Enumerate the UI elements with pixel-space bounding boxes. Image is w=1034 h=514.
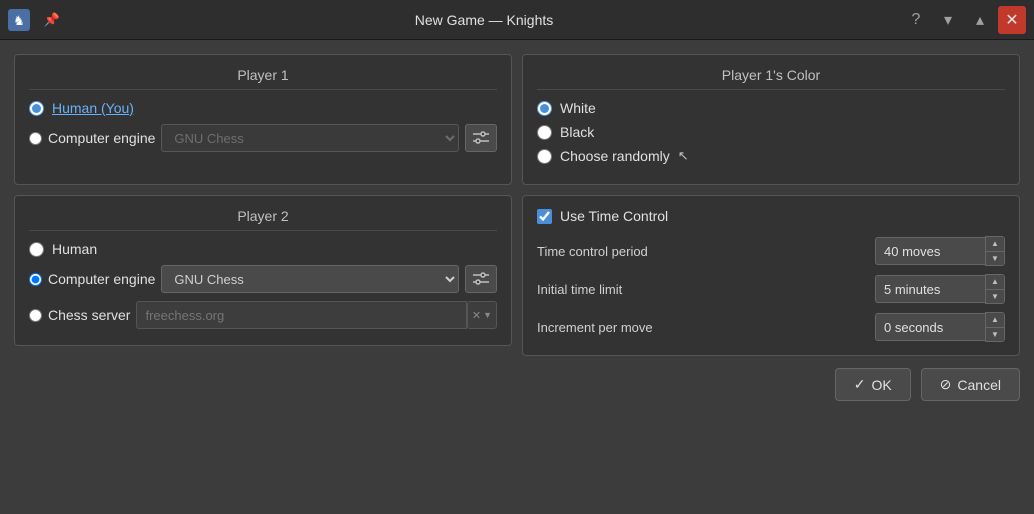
ok-button[interactable]: ✓ OK	[835, 368, 911, 401]
app-icon: ♞	[8, 9, 30, 31]
player2-human-row: Human	[29, 241, 497, 257]
color-black-radio[interactable]	[537, 125, 552, 140]
player2-settings-button[interactable]	[465, 265, 497, 293]
dropdown-icon: ▼	[483, 310, 492, 320]
player2-engine-select[interactable]: GNU Chess	[161, 265, 459, 293]
color-title: Player 1's Color	[537, 67, 1005, 90]
increment-down-button[interactable]: ▼	[986, 327, 1004, 341]
initial-spinner: ▲ ▼	[875, 274, 1005, 304]
color-white-row: White	[537, 100, 1005, 116]
color-random-radio[interactable]	[537, 149, 552, 164]
clear-icon: ✕	[472, 309, 481, 322]
help-button[interactable]: ?	[902, 6, 930, 34]
cancel-label: Cancel	[957, 377, 1001, 393]
use-time-control-row: Use Time Control	[537, 208, 1005, 224]
server-input[interactable]	[136, 301, 466, 329]
increment-label: Increment per move	[537, 320, 865, 335]
player1-human-label[interactable]: Human (You)	[52, 100, 134, 116]
player1-settings-button[interactable]	[465, 124, 497, 152]
ok-label: OK	[871, 377, 891, 393]
initial-arrows: ▲ ▼	[985, 274, 1005, 304]
player1-human-row: Human (You)	[29, 100, 497, 116]
player2-server-label[interactable]: Chess server	[48, 307, 130, 323]
player2-title: Player 2	[29, 208, 497, 231]
increment-arrows: ▲ ▼	[985, 312, 1005, 342]
bottom-row: ✓ OK ⊘ Cancel	[14, 366, 1020, 401]
restore-button[interactable]: ▴	[966, 6, 994, 34]
increment-spinner: ▲ ▼	[875, 312, 1005, 342]
player1-engine-select[interactable]: GNU Chess	[161, 124, 459, 152]
dialog-content: Player 1 Human (You) Computer engine GNU…	[0, 40, 1034, 415]
player1-engine-radio[interactable]	[29, 132, 42, 145]
period-spinner: ▲ ▼	[875, 236, 1005, 266]
player1-panel: Player 1 Human (You) Computer engine GNU…	[14, 54, 512, 185]
player2-human-label[interactable]: Human	[52, 241, 97, 257]
color-random-row: Choose randomly ↖	[537, 148, 1005, 164]
time-grid: Time control period ▲ ▼ Initial time lim…	[537, 236, 1005, 342]
increment-up-button[interactable]: ▲	[986, 313, 1004, 327]
player2-engine-radio[interactable]	[29, 273, 42, 286]
color-random-label[interactable]: Choose randomly	[560, 148, 670, 164]
color-black-label[interactable]: Black	[560, 124, 594, 140]
player2-human-radio[interactable]	[29, 242, 44, 257]
cancel-button[interactable]: ⊘ Cancel	[921, 368, 1020, 401]
cursor-icon: ↖	[678, 148, 689, 164]
player1-engine-label[interactable]: Computer engine	[48, 130, 155, 146]
period-input[interactable]	[875, 237, 985, 265]
period-label: Time control period	[537, 244, 865, 259]
initial-down-button[interactable]: ▼	[986, 289, 1004, 303]
color-panel: Player 1's Color White Black Choose rand…	[522, 54, 1020, 185]
cancel-icon: ⊘	[940, 376, 952, 393]
period-up-button[interactable]: ▲	[986, 237, 1004, 251]
ok-icon: ✓	[854, 376, 866, 393]
color-white-label[interactable]: White	[560, 100, 596, 116]
player1-engine-row: Computer engine GNU Chess	[29, 124, 497, 152]
svg-text:♞: ♞	[13, 13, 25, 28]
pin-button[interactable]: 📌	[38, 6, 66, 34]
player2-server-row: Chess server ✕ ▼	[29, 301, 497, 329]
increment-input[interactable]	[875, 313, 985, 341]
use-time-control-label[interactable]: Use Time Control	[560, 208, 668, 224]
window-title: New Game — Knights	[66, 12, 902, 28]
period-arrows: ▲ ▼	[985, 236, 1005, 266]
server-input-wrap: ✕ ▼	[136, 301, 497, 329]
initial-up-button[interactable]: ▲	[986, 275, 1004, 289]
player2-engine-row: Computer engine GNU Chess	[29, 265, 497, 293]
close-button[interactable]: ✕	[998, 6, 1026, 34]
period-down-button[interactable]: ▼	[986, 251, 1004, 265]
color-black-row: Black	[537, 124, 1005, 140]
player1-title: Player 1	[29, 67, 497, 90]
time-control-panel: Use Time Control Time control period ▲ ▼…	[522, 195, 1020, 356]
player2-engine-label[interactable]: Computer engine	[48, 271, 155, 287]
window-controls: ? ▾ ▴ ✕	[902, 6, 1026, 34]
player2-panel: Player 2 Human Computer engine GNU Chess	[14, 195, 512, 346]
player2-server-radio[interactable]	[29, 309, 42, 322]
titlebar: ♞ 📌 New Game — Knights ? ▾ ▴ ✕	[0, 0, 1034, 40]
initial-label: Initial time limit	[537, 282, 865, 297]
use-time-control-checkbox[interactable]	[537, 209, 552, 224]
color-white-radio[interactable]	[537, 101, 552, 116]
player1-human-radio[interactable]	[29, 101, 44, 116]
minimize-button[interactable]: ▾	[934, 6, 962, 34]
server-clear-button[interactable]: ✕ ▼	[467, 301, 497, 329]
initial-input[interactable]	[875, 275, 985, 303]
